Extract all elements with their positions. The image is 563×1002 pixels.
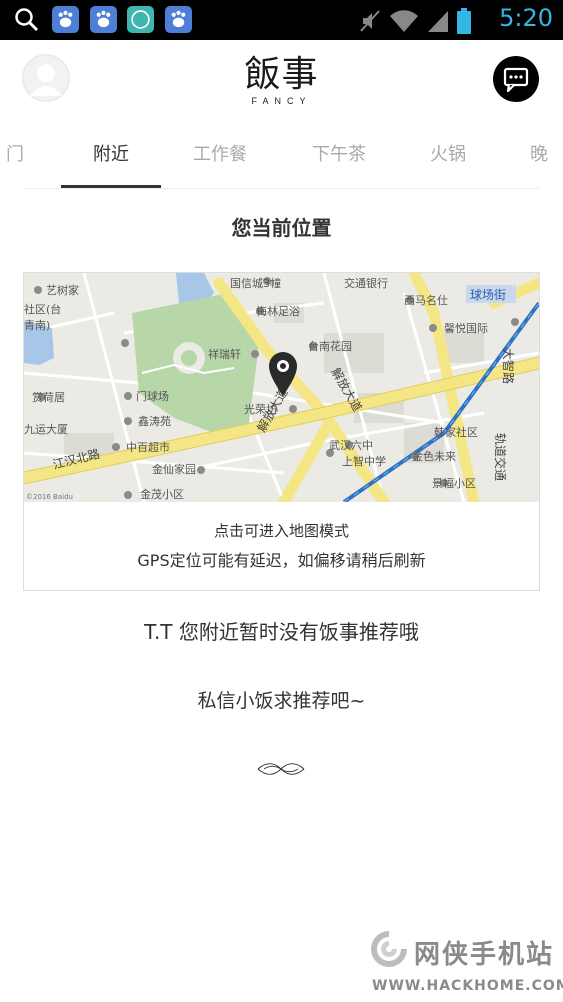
baidu-app-icon [52, 6, 79, 33]
map-label: 金色未来 [412, 449, 456, 463]
map-label: 中百超市 [126, 440, 170, 454]
tab-item[interactable]: 火锅 [430, 140, 466, 166]
map-hint: 点击可进入地图模式 [213, 522, 349, 540]
baidu-app-icon [90, 6, 117, 33]
map-label: 韩家社区 [434, 425, 478, 439]
map-label: 西马名仕 [404, 293, 448, 307]
map-label: 交通银行 [344, 276, 388, 290]
category-tabs: 门 附近 工作餐 下午茶 火锅 晚 [0, 130, 563, 188]
signal-icon [428, 11, 448, 32]
location-map-card[interactable]: 艺树家 国信城3幢 交通银行 西马名仕 社区(台 青南) 梅林足浴 馨悦国际 祥… [23, 272, 540, 591]
tab-item[interactable]: 门 [6, 140, 24, 166]
map-label: 球场街 [470, 288, 506, 302]
tab-item[interactable]: 工作餐 [193, 140, 247, 166]
map-copyright: ©2016 Baidu [26, 493, 73, 501]
app-header: 飯事 FANCY [0, 40, 563, 130]
status-bar: 5:20 [0, 0, 563, 40]
mute-icon [360, 10, 380, 32]
gps-hint: GPS定位可能有延迟，如偏移请稍后刷新 [137, 551, 426, 570]
map-label: 艺树家 [46, 283, 79, 297]
map-label: 鑫涛苑 [138, 414, 171, 428]
empty-state-message: T.T 您附近暂时没有饭事推荐哦 [144, 620, 419, 644]
map-canvas: 艺树家 国信城3幢 交通银行 西马名仕 社区(台 青南) 梅林足浴 馨悦国际 祥… [24, 273, 539, 502]
logo-subtitle: FANCY [251, 96, 312, 106]
chat-button[interactable] [493, 56, 539, 102]
divider [24, 188, 540, 189]
map-label: 台南花园 [308, 339, 352, 353]
tab-item[interactable]: 下午茶 [312, 140, 366, 166]
map-label: 九运大厦 [24, 422, 68, 436]
app-icon [127, 6, 154, 33]
battery-icon [457, 8, 471, 34]
map-road-label: 大智路 [501, 348, 516, 384]
section-title: 您当前位置 [231, 216, 332, 240]
map-label: 赏荷居 [32, 391, 65, 404]
status-time: 5:20 [499, 4, 553, 32]
map-label: 梅林足浴 [256, 304, 300, 318]
chat-bubble-icon [503, 67, 529, 93]
map-label: 国信城3幢 [230, 276, 281, 290]
app-logo: 飯事 FANCY [0, 54, 563, 107]
map-label: 社区(台 [24, 302, 61, 316]
logo-title: 飯事 [244, 54, 319, 95]
tab-item[interactable]: 晚 [530, 140, 548, 166]
ornament-icon [257, 763, 305, 775]
baidu-app-icon [165, 6, 192, 33]
watermark-url: WWW.HACKHOME.COM [372, 978, 563, 994]
map-label: 青南) [24, 319, 50, 332]
watermark-text: 网侠手机站 [414, 940, 555, 970]
ask-recommendation-message[interactable]: 私信小饭求推荐吧~ [0, 686, 563, 713]
map-label: 景福小区 [432, 476, 476, 490]
location-map[interactable]: 艺树家 国信城3幢 交通银行 西马名仕 社区(台 青南) 梅林足浴 馨悦国际 祥… [24, 273, 539, 502]
tab-nearby[interactable]: 附近 [93, 140, 129, 166]
map-label: 祥瑞轩 [208, 347, 241, 361]
watermark: 网侠手机站 WWW.HACKHOME.COM [368, 928, 563, 998]
search-icon [15, 8, 39, 32]
map-label: 馨悦国际 [444, 321, 488, 335]
map-label: 门球场 [136, 389, 169, 403]
map-label: 金仙家园 [152, 462, 196, 476]
map-label: 武汉六中 [329, 439, 373, 452]
map-road-label: 轨道交通 [493, 433, 508, 481]
watermark-logo-icon [371, 931, 407, 967]
map-label: 上智中学 [342, 454, 386, 468]
wifi-icon [390, 10, 418, 33]
map-label: 金茂小区 [140, 487, 184, 501]
